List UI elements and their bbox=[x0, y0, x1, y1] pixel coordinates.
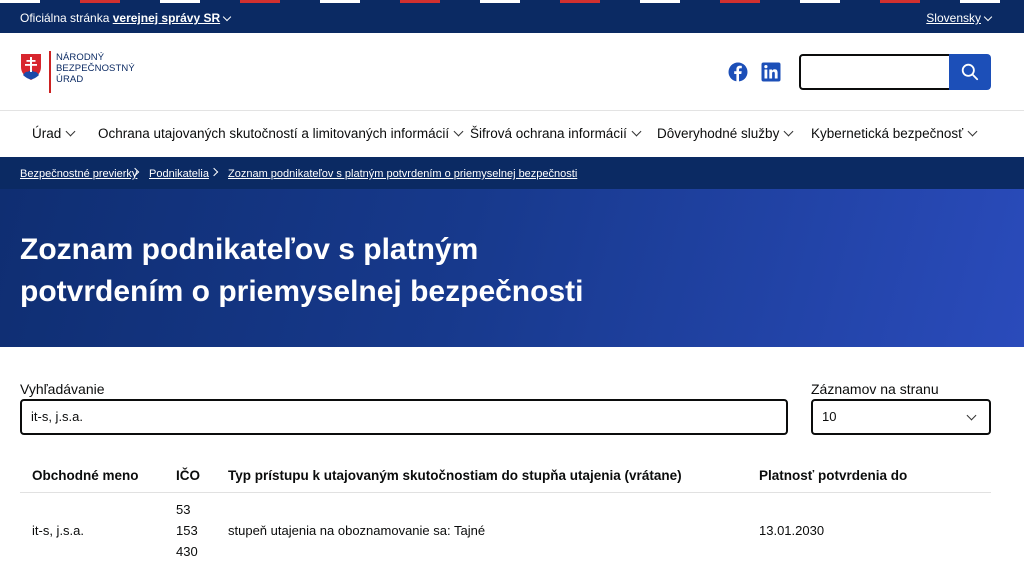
nav-item-kyberneticka[interactable]: Kybernetická bezpečnosť bbox=[811, 126, 978, 142]
official-banner: Oficiálna stránka verejnej správy SR Slo… bbox=[0, 0, 1024, 33]
cell-ico-line: 53 bbox=[176, 502, 191, 517]
nav-item-label[interactable]: Úrad bbox=[32, 126, 61, 141]
cell-access: stupeň utajenia na oboznamovanie sa: Taj… bbox=[228, 523, 486, 538]
flag-stripes bbox=[0, 0, 1024, 3]
chevron-down-icon[interactable] bbox=[222, 12, 232, 22]
chevron-down-icon[interactable] bbox=[967, 126, 978, 137]
nav-item-label[interactable]: Dôveryhodné služby bbox=[657, 126, 779, 141]
chevron-down-icon[interactable] bbox=[966, 410, 977, 421]
search-input[interactable]: it-s, j.s.a. bbox=[20, 399, 788, 435]
chevron-down-icon[interactable] bbox=[65, 126, 76, 137]
page-title-line: Zoznam podnikateľov s platným bbox=[20, 233, 479, 266]
official-site-notice: Oficiálna stránka verejnej správy SR bbox=[20, 10, 232, 26]
page-size-select[interactable]: 10 bbox=[811, 399, 991, 435]
breadcrumb-link[interactable]: Podnikatelia bbox=[149, 167, 209, 181]
cell-ico-line: 153 bbox=[176, 523, 198, 538]
nav-item-doveryhodne[interactable]: Dôveryhodné služby bbox=[657, 126, 794, 142]
column-header-access: Typ prístupu k utajovaným skutočnostiam … bbox=[228, 468, 682, 483]
nav-item-urad[interactable]: Úrad bbox=[32, 126, 76, 142]
cell-ico: 53 153 430 bbox=[176, 499, 198, 562]
chevron-right-icon bbox=[209, 167, 219, 177]
nav-item-label[interactable]: Ochrana utajovaných skutočností a limito… bbox=[98, 126, 449, 141]
page-title: Zoznam podnikateľov s platným potvrdením… bbox=[20, 229, 720, 313]
official-link[interactable]: verejnej správy SR bbox=[113, 11, 220, 25]
nav-item-sifrova[interactable]: Šifrová ochrana informácií bbox=[470, 126, 642, 142]
logo-divider bbox=[49, 51, 51, 93]
search-label: Vyhľadávanie bbox=[20, 381, 105, 397]
main-navigation: Úrad Ochrana utajovaných skutočností a l… bbox=[0, 112, 1024, 157]
page-hero: Zoznam podnikateľov s platným potvrdením… bbox=[0, 189, 1024, 347]
search-icon[interactable] bbox=[961, 63, 979, 81]
search-input-value[interactable]: it-s, j.s.a. bbox=[31, 409, 83, 424]
nav-item-label[interactable]: Šifrová ochrana informácií bbox=[470, 126, 627, 141]
column-header-ico: IČO bbox=[176, 468, 201, 483]
column-header-name: Obchodné meno bbox=[32, 468, 139, 483]
breadcrumb-link[interactable]: Bezpečnostné previerky bbox=[20, 167, 137, 181]
nav-item-ochrana[interactable]: Ochrana utajovaných skutočností a limito… bbox=[98, 126, 464, 142]
site-search-input[interactable] bbox=[799, 54, 951, 90]
table-divider bbox=[20, 492, 991, 493]
language-switcher[interactable]: Slovensky bbox=[926, 10, 993, 26]
logo-line: BEZPEČNOSTNÝ bbox=[56, 63, 135, 74]
page-size-label: Záznamov na stranu bbox=[811, 381, 939, 397]
page-size-value[interactable]: 10 bbox=[822, 409, 836, 424]
chevron-down-icon[interactable] bbox=[453, 126, 464, 137]
cell-name: it-s, j.s.a. bbox=[32, 523, 85, 538]
logo-line: NÁRODNÝ bbox=[56, 52, 105, 63]
logo-text: NÁRODNÝ BEZPEČNOSTNÝ ÚRAD bbox=[56, 52, 135, 85]
site-header: NÁRODNÝ BEZPEČNOSTNÝ ÚRAD bbox=[0, 33, 1024, 111]
breadcrumb: Bezpečnostné previerky Podnikatelia Zozn… bbox=[0, 157, 1024, 189]
linkedin-icon[interactable] bbox=[761, 62, 781, 82]
language-label[interactable]: Slovensky bbox=[926, 11, 981, 25]
nav-item-label[interactable]: Kybernetická bezpečnosť bbox=[811, 126, 963, 141]
logo-line: ÚRAD bbox=[56, 74, 84, 85]
site-logo[interactable]: NÁRODNÝ BEZPEČNOSTNÝ ÚRAD bbox=[20, 51, 150, 95]
chevron-down-icon[interactable] bbox=[983, 12, 993, 22]
coat-of-arms-icon bbox=[21, 54, 41, 80]
site-search-button[interactable] bbox=[949, 54, 991, 90]
breadcrumb-current[interactable]: Zoznam podnikateľov s platným potvrdením… bbox=[228, 167, 577, 181]
chevron-down-icon[interactable] bbox=[783, 126, 794, 137]
cell-ico-line: 430 bbox=[176, 544, 198, 559]
cell-validity: 13.01.2030 bbox=[759, 523, 825, 538]
column-header-validity: Platnosť potvrdenia do bbox=[759, 468, 908, 483]
facebook-icon[interactable] bbox=[728, 62, 748, 82]
official-prefix: Oficiálna stránka bbox=[20, 11, 110, 25]
page-title-line: potvrdením o priemyselnej bezpečnosti bbox=[20, 275, 584, 308]
chevron-down-icon[interactable] bbox=[631, 126, 642, 137]
